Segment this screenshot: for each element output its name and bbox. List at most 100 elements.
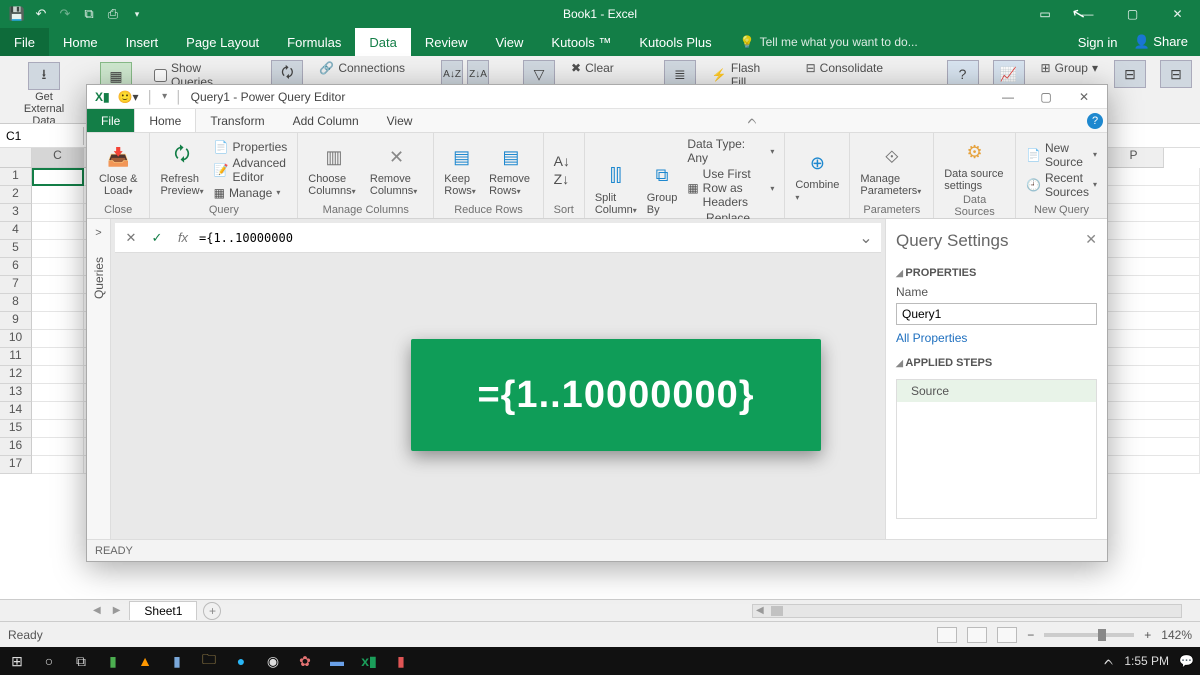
cell[interactable] <box>32 402 84 420</box>
pq-qat-dropdown-icon[interactable]: ▾ <box>162 91 167 102</box>
sign-in-link[interactable]: Sign in <box>1078 35 1118 50</box>
formula-dropdown-icon[interactable]: ⌄ <box>857 228 875 248</box>
applied-steps-section-header[interactable]: APPLIED STEPS <box>896 351 1097 375</box>
remove-rows-button[interactable]: ▤Remove Rows▾ <box>489 142 533 197</box>
row-header[interactable]: 8 <box>0 294 32 312</box>
manage-button[interactable]: ▦Manage▾ <box>214 186 288 200</box>
tab-page-layout[interactable]: Page Layout <box>172 28 273 56</box>
pq-collapse-ribbon-icon[interactable]: ᨈ <box>741 109 765 132</box>
get-external-data-icon[interactable]: ⭳ <box>28 62 60 90</box>
zoom-level[interactable]: 142% <box>1161 628 1192 642</box>
formula-cancel-button[interactable]: ✕ <box>121 230 141 246</box>
tab-review[interactable]: Review <box>411 28 482 56</box>
row-header[interactable]: 2 <box>0 186 32 204</box>
taskbar-app-icon[interactable]: ▮ <box>166 650 188 672</box>
taskbar-app-icon[interactable]: ● <box>230 650 252 672</box>
pq-tab-add-column[interactable]: Add Column <box>279 109 373 132</box>
clock[interactable]: 1:55 PM <box>1124 654 1169 668</box>
horizontal-scrollbar[interactable]: ◀ <box>752 604 1182 618</box>
undo-icon[interactable]: ↶ <box>32 5 50 23</box>
fx-icon[interactable]: fx <box>173 230 193 245</box>
cell[interactable] <box>32 366 84 384</box>
row-header[interactable]: 17 <box>0 456 32 474</box>
subtotal-icon[interactable]: ⊟ <box>1114 60 1146 88</box>
zoom-out-button[interactable]: − <box>1027 628 1034 642</box>
qat-icon[interactable]: ⎙ <box>104 5 122 23</box>
clear-button[interactable]: ✖ Clear <box>569 60 616 76</box>
cell[interactable] <box>32 222 84 240</box>
pq-close-button[interactable]: ✕ <box>1069 90 1099 104</box>
page-break-view-icon[interactable] <box>997 627 1017 643</box>
chrome-icon[interactable]: ◉ <box>262 650 284 672</box>
save-icon[interactable]: 💾 <box>8 5 26 23</box>
restore-button[interactable]: ▢ <box>1110 0 1155 28</box>
query-settings-close-button[interactable]: ✕ <box>1085 231 1097 251</box>
row-header[interactable]: 16 <box>0 438 32 456</box>
scroll-left-icon[interactable]: ◀ <box>753 605 767 616</box>
ribbon-options-icon[interactable]: ▭ <box>1025 0 1065 28</box>
zoom-thumb[interactable] <box>1098 629 1106 641</box>
row-header[interactable]: 11 <box>0 348 32 366</box>
touch-mode-icon[interactable]: ⧉ <box>80 5 98 23</box>
share-button[interactable]: 👤 Share <box>1133 34 1188 50</box>
pq-tab-home[interactable]: Home <box>134 109 196 132</box>
row-header[interactable]: 4 <box>0 222 32 240</box>
data-type-dropdown[interactable]: Data Type: Any▾ <box>687 137 774 165</box>
close-load-button[interactable]: 📥 Close & Load▾ <box>97 142 139 197</box>
taskbar-app-icon[interactable]: ✿ <box>294 650 316 672</box>
start-button[interactable]: ⊞ <box>6 650 28 672</box>
cell[interactable] <box>32 168 84 186</box>
cell[interactable] <box>32 294 84 312</box>
add-sheet-button[interactable]: + <box>203 602 221 620</box>
cell[interactable] <box>32 240 84 258</box>
sheet-nav-prev-icon[interactable]: ◀ <box>90 605 104 616</box>
row-header[interactable]: 15 <box>0 420 32 438</box>
tab-file[interactable]: File <box>0 28 49 56</box>
tell-me-search[interactable]: 💡Tell me what you want to do... <box>740 28 918 56</box>
formula-commit-button[interactable]: ✓ <box>147 230 167 246</box>
close-button[interactable]: ✕ <box>1155 0 1200 28</box>
data-source-settings-button[interactable]: ⚙Data source settings <box>944 137 1005 192</box>
sheet-tab[interactable]: Sheet1 <box>129 601 197 620</box>
row-header[interactable]: 12 <box>0 366 32 384</box>
properties-section-header[interactable]: PROPERTIES <box>896 261 1097 285</box>
cell[interactable] <box>32 384 84 402</box>
taskbar-app-icon[interactable]: ▬ <box>326 650 348 672</box>
applied-step[interactable]: Source <box>897 380 1096 402</box>
combine-button[interactable]: ⊕Combine▾ <box>795 148 839 203</box>
normal-view-icon[interactable] <box>937 627 957 643</box>
pq-minimize-button[interactable]: — <box>993 90 1023 104</box>
file-explorer-icon[interactable]: 🗀 <box>198 650 220 672</box>
tab-formulas[interactable]: Formulas <box>273 28 355 56</box>
taskbar-app-icon[interactable]: ▲ <box>134 650 156 672</box>
qat-dropdown-icon[interactable]: ▾ <box>128 5 146 23</box>
tab-kutools-plus[interactable]: Kutools Plus <box>625 28 725 56</box>
connections-button[interactable]: 🔗 Connections <box>317 60 407 76</box>
cell[interactable] <box>32 186 84 204</box>
cell[interactable] <box>32 330 84 348</box>
cell[interactable] <box>32 456 84 474</box>
cell[interactable] <box>32 312 84 330</box>
remove-columns-button[interactable]: ✕Remove Columns▾ <box>370 142 423 197</box>
page-layout-view-icon[interactable] <box>967 627 987 643</box>
first-row-headers-button[interactable]: ▦Use First Row as Headers▾ <box>687 167 774 209</box>
group-button[interactable]: ⊞ Group ▾ <box>1039 60 1100 76</box>
tab-data[interactable]: Data <box>355 28 410 56</box>
row-header[interactable]: 9 <box>0 312 32 330</box>
consolidate-button[interactable]: ⊟ Consolidate <box>804 60 885 76</box>
pq-tab-file[interactable]: File <box>87 109 134 132</box>
tab-insert[interactable]: Insert <box>112 28 173 56</box>
cortana-icon[interactable]: ○ <box>38 650 60 672</box>
recent-sources-button[interactable]: 🕘Recent Sources▾ <box>1026 171 1097 199</box>
task-view-icon[interactable]: ⧉ <box>70 650 92 672</box>
tab-home[interactable]: Home <box>49 28 112 56</box>
formula-input[interactable] <box>199 231 851 245</box>
tab-view[interactable]: View <box>481 28 537 56</box>
col-header[interactable]: C <box>32 148 84 168</box>
query-name-input[interactable] <box>896 303 1097 325</box>
row-header[interactable]: 13 <box>0 384 32 402</box>
cell[interactable] <box>32 204 84 222</box>
pq-maximize-button[interactable]: ▢ <box>1031 90 1061 104</box>
name-box[interactable]: C1 <box>0 127 84 145</box>
select-all-button[interactable] <box>0 148 32 168</box>
